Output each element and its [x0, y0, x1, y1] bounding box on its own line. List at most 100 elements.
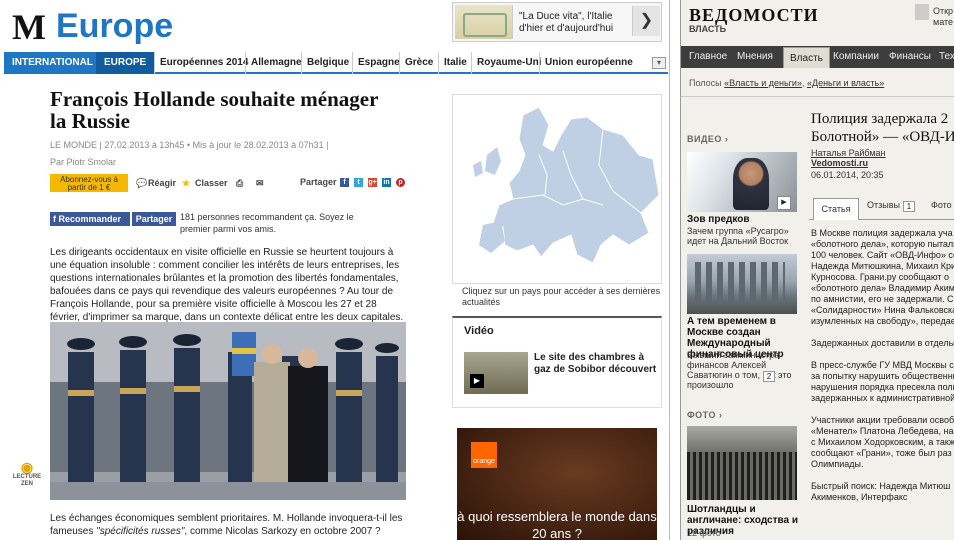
- play-icon[interactable]: ▶: [777, 196, 791, 210]
- subscribe-button[interactable]: Abonnez-vous à partir de 1 €: [50, 174, 128, 192]
- article-body: В Москве полиция задержала уча «болотного…: [811, 228, 954, 503]
- nav-finansy[interactable]: Финансы: [883, 46, 937, 68]
- divider: [681, 96, 954, 97]
- facebook-recommend-button[interactable]: f Recommander: [50, 212, 130, 226]
- article-headline: Полиция задержала 2 Болотной» — «ОВД-И: [811, 111, 954, 145]
- article-line: «болотного дела» Владимир Акиме: [811, 283, 954, 293]
- article-author[interactable]: Наталья Райбман: [811, 148, 886, 158]
- article-line: нарушения порядка пресекла поли: [811, 382, 954, 392]
- googleplus-icon[interactable]: g+: [368, 178, 377, 187]
- facebook-share-button[interactable]: Partager: [132, 212, 176, 226]
- breadcrumb-link[interactable]: «Деньги и власть»: [807, 78, 884, 88]
- article-line: изумленных на свободу», передае: [811, 316, 954, 326]
- breadcrumb-link[interactable]: «Власть и деньги»: [724, 78, 802, 88]
- nav-vlast[interactable]: Власть: [783, 47, 830, 68]
- classer-link[interactable]: Classer: [195, 178, 228, 188]
- article-line: [811, 470, 954, 481]
- comment-count-badge[interactable]: 2: [763, 371, 775, 382]
- article-source[interactable]: Vedomosti.ru: [811, 158, 868, 168]
- photo-heading[interactable]: ФОТО ›: [687, 410, 722, 420]
- share-label: Partager: [300, 177, 337, 187]
- tab-article[interactable]: Статья: [813, 198, 859, 220]
- nav-tech[interactable]: Тех: [933, 46, 954, 68]
- video-link[interactable]: Le site des chambres à gaz de Sobibor dé…: [534, 352, 658, 376]
- article-line: сообщают «Грани», тоже был раз: [811, 448, 952, 458]
- europe-map-graphic: [453, 95, 661, 283]
- paragraph-quote: "spécificités russes": [96, 526, 185, 537]
- europe-map[interactable]: [452, 94, 662, 284]
- section-label: ВЛАСТЬ: [689, 24, 727, 34]
- ad-text: à quoi ressemblera le monde dans 20 ans …: [457, 509, 657, 540]
- pipers-crowd-image: [687, 452, 797, 500]
- section-title[interactable]: Europe: [56, 7, 173, 46]
- pinterest-icon[interactable]: p: [396, 178, 405, 187]
- video-person-image: [733, 158, 769, 210]
- article-line: В пресс-службе ГУ МВД Москвы со: [811, 360, 954, 370]
- nav-tab-italie[interactable]: Italie: [438, 52, 472, 74]
- nav-tab-grece[interactable]: Grèce: [399, 52, 438, 74]
- print-icon[interactable]: ⎙: [236, 178, 243, 189]
- play-icon[interactable]: ▶: [470, 374, 484, 388]
- nav-mneniya[interactable]: Мнения: [731, 46, 779, 68]
- twitter-icon[interactable]: t: [354, 178, 363, 187]
- nav-tab-allemagne[interactable]: Allemagne: [245, 52, 307, 74]
- article-line: «Менател» Платона Лебедева, нах: [811, 426, 954, 436]
- article-line: с Михаилом Ходорковским, а такж: [811, 437, 954, 447]
- nav-tab-union-europeenne[interactable]: Union européenne: [539, 52, 638, 74]
- vedomosti-header: ВЕДОМОСТИ ВЛАСТЬ Откр мате: [681, 0, 954, 46]
- article-paragraph-2: Les échanges économiques semblent priori…: [50, 512, 406, 538]
- promo-text[interactable]: "La Duce vita", l'Italie d'hier et d'auj…: [519, 11, 631, 35]
- city-skyline-image: [695, 262, 785, 304]
- article-line: Акименков, Интерфакс: [811, 492, 908, 502]
- nav-tab-royaume-uni[interactable]: Royaume-Uni: [471, 52, 546, 74]
- article-line: Олимпиады.: [811, 459, 864, 469]
- article-paragraph-1: Les dirigeants occidentaux en visite off…: [50, 247, 404, 323]
- video-description: Зачем группа «Русагро» идет на Дальний В…: [687, 226, 789, 246]
- email-icon[interactable]: ✉: [256, 178, 264, 189]
- article-tabs: Статья Отзывы 1 Фото: [809, 196, 954, 220]
- article-date: 06.01.2014, 20:35: [811, 170, 884, 180]
- lemonde-page: M Europe "La Duce vita", l'Italie d'hier…: [0, 0, 670, 540]
- lecture-zen-label: LECTURE ZEN: [12, 474, 42, 487]
- promo-next-arrow-icon[interactable]: ❯: [632, 6, 660, 36]
- article-headline: François Hollande souhaite ménager la Ru…: [50, 87, 379, 133]
- paragraph-text: , comme Nicolas Sarkozy en octobre 2007 …: [184, 526, 381, 537]
- article-line: «болотного дела», которую пытали: [811, 239, 954, 249]
- react-link[interactable]: Réagir: [148, 178, 176, 188]
- photo-count: 12 фото: [687, 528, 721, 538]
- header-link[interactable]: Откр мате: [933, 6, 953, 28]
- orange-advertisement[interactable]: orange à quoi ressemblera le monde dans …: [457, 428, 657, 540]
- nav-international[interactable]: INTERNATIONAL: [4, 52, 96, 74]
- nav-tab-belgique[interactable]: Belgique: [301, 52, 354, 74]
- article-line: Быстрый поиск: Надежда Митюш: [811, 481, 951, 491]
- user-icon[interactable]: [915, 4, 929, 20]
- tab-photo[interactable]: Фото: [931, 200, 952, 210]
- article-line: Курносова. Грани.ру сообщают о: [811, 272, 950, 282]
- promo-banner[interactable]: "La Duce vita", l'Italie d'hier et d'auj…: [452, 2, 662, 42]
- tab-comments[interactable]: Отзывы: [867, 200, 900, 210]
- nav-dropdown-icon[interactable]: ▾: [652, 57, 666, 69]
- nav-tab-espagne[interactable]: Espagne: [352, 52, 405, 74]
- eye-icon: ◉: [20, 459, 34, 475]
- article-line: [811, 327, 954, 338]
- nav-europe[interactable]: EUROPE: [96, 52, 154, 74]
- video-heading: Vidéo: [464, 325, 494, 337]
- breadcrumb-label: Полосы: [689, 78, 722, 88]
- video-heading[interactable]: ВИДЕО ›: [687, 134, 728, 144]
- article-photo: [50, 322, 406, 500]
- linkedin-icon[interactable]: in: [382, 178, 391, 187]
- nav-glavnoe[interactable]: Главное: [683, 46, 733, 68]
- facebook-icon[interactable]: f: [340, 178, 349, 187]
- lecture-zen-button[interactable]: ◉ LECTURE ZEN: [12, 460, 42, 500]
- lemonde-logo[interactable]: M: [12, 6, 46, 48]
- header-link-line: мате: [933, 17, 954, 27]
- nav-kompanii[interactable]: Компании: [827, 46, 885, 68]
- vedomosti-page: ВЕДОМОСТИ ВЛАСТЬ Откр мате Главное Мнени…: [680, 0, 954, 540]
- comment-count-badge[interactable]: 1: [903, 201, 915, 212]
- video-title[interactable]: Зов предков: [687, 214, 750, 225]
- article-line: Участники акции требовали освоб: [811, 415, 954, 425]
- article-line: Задержанных доставили в отделы: [811, 338, 954, 348]
- article-line: задержанных к административной: [811, 393, 954, 403]
- nav-tab-europeennes[interactable]: Européennes 2014: [154, 52, 253, 74]
- vedomosti-logo[interactable]: ВЕДОМОСТИ: [689, 5, 819, 26]
